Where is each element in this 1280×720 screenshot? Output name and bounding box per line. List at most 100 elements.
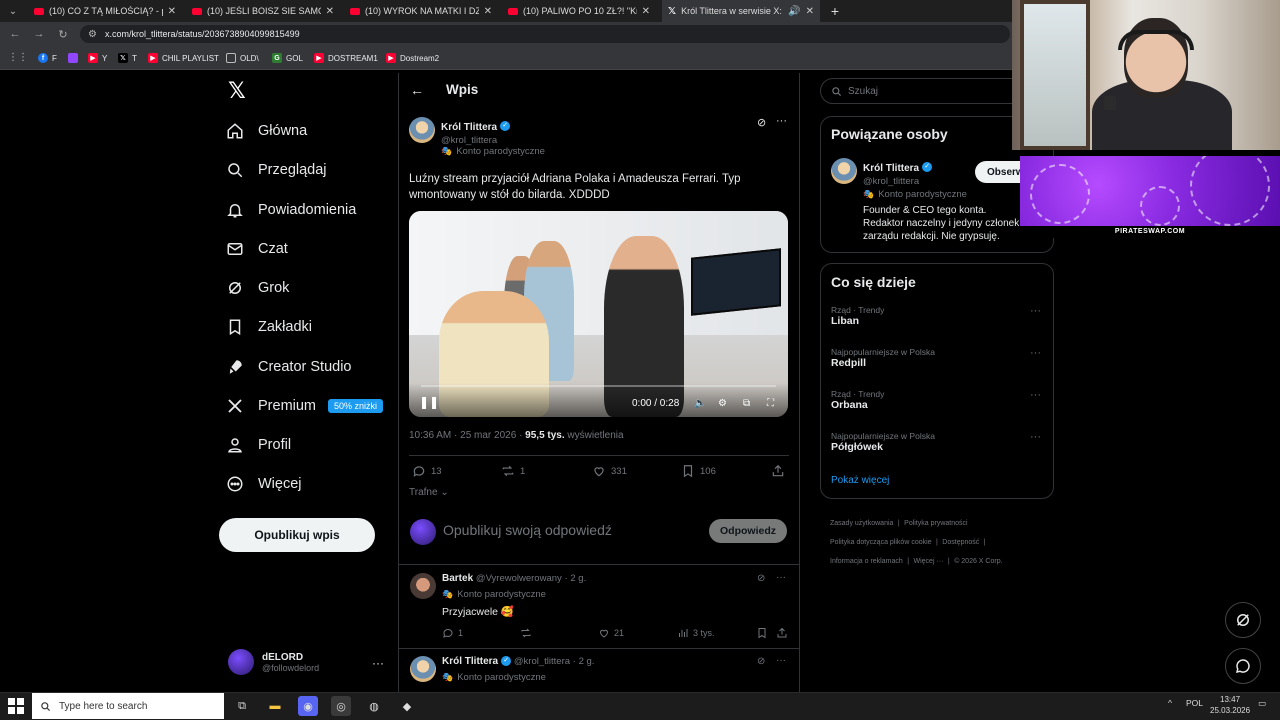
- fullscreen-icon[interactable]: ⛶: [767, 398, 774, 409]
- nav-item-creator-studio[interactable]: Creator Studio: [226, 353, 352, 381]
- more-dots-icon[interactable]: ···: [776, 572, 786, 583]
- bookmark-item[interactable]: ▶ CHIL PLAYLIST: [148, 51, 219, 65]
- author-name[interactable]: Król Tlittera: [441, 122, 497, 133]
- taskbar-clock[interactable]: 13:47 25.03.2026: [1210, 694, 1250, 716]
- nav-item-bookmarks[interactable]: Zakładki: [226, 313, 312, 341]
- reply-author-name[interactable]: Król Tlittera: [442, 656, 498, 667]
- language-indicator[interactable]: POL: [1186, 698, 1203, 708]
- avatar[interactable]: [410, 573, 436, 599]
- site-info-icon[interactable]: ⚙: [88, 29, 97, 40]
- notification-icon[interactable]: ▭: [1258, 698, 1266, 709]
- video-progress-bar[interactable]: [421, 385, 776, 387]
- browser-tab-active[interactable]: 𝕏 Król Tlittera w serwisie X: „L 🔊 ✕: [662, 0, 820, 22]
- nav-item-more[interactable]: Więcej: [226, 470, 302, 498]
- bookmark-item[interactable]: f F: [38, 51, 57, 65]
- nav-item-grok[interactable]: Grok: [226, 274, 289, 302]
- views-action[interactable]: 3 tys.: [677, 627, 715, 639]
- bookmark-item[interactable]: G GOL: [272, 51, 303, 65]
- close-icon[interactable]: ✕: [642, 6, 650, 17]
- bookmark-action[interactable]: 106: [681, 464, 716, 478]
- bookmark-item[interactable]: ▶ DOSTREAM1: [314, 51, 378, 65]
- reply-action[interactable]: 1: [442, 627, 463, 639]
- browser-tab[interactable]: (10) CO Z TĄ MIŁOŚCIĄ? - pole ✕: [28, 0, 182, 22]
- pause-icon[interactable]: ❚❚: [419, 395, 439, 409]
- reply-author-name[interactable]: Bartek: [442, 573, 473, 584]
- url-field[interactable]: ⚙ x.com/krol_tlittera/status/20367389040…: [80, 25, 1010, 43]
- trend-item[interactable]: Najpopularniejsze w Polska Półgłówek: [831, 431, 935, 453]
- share-action[interactable]: [776, 627, 788, 639]
- footer-link[interactable]: Dostępność: [942, 539, 979, 546]
- reply-author-handle[interactable]: @krol_tlittera: [514, 656, 570, 667]
- nav-item-profile[interactable]: Profil: [226, 431, 291, 459]
- more-dots-icon[interactable]: ···: [1030, 431, 1041, 443]
- more-dots-icon[interactable]: ···: [1030, 305, 1041, 317]
- related-person-info[interactable]: Król Tlittera ✓ @krol_tlittera: [863, 158, 933, 187]
- tab-search-icon[interactable]: ⌄: [4, 2, 22, 20]
- settings-gear-icon[interactable]: ⚙: [718, 398, 727, 409]
- windows-start-icon[interactable]: [8, 698, 24, 714]
- like-action[interactable]: 21: [598, 627, 624, 639]
- file-explorer-icon[interactable]: ▬: [265, 696, 285, 716]
- new-tab-button[interactable]: +: [826, 1, 844, 21]
- apps-grid-icon[interactable]: ⋮⋮: [8, 52, 28, 64]
- bookmark-item[interactable]: ▶ Dostream2: [386, 51, 439, 65]
- show-more-link[interactable]: Pokaż więcej: [831, 475, 889, 486]
- obs-icon[interactable]: ◍: [364, 696, 384, 716]
- avatar[interactable]: [831, 158, 857, 184]
- share-action[interactable]: [771, 464, 785, 478]
- sort-dropdown[interactable]: Trafne ⌄: [409, 487, 449, 498]
- reload-icon[interactable]: ↻: [54, 25, 72, 43]
- messages-float-button[interactable]: [1225, 648, 1261, 684]
- task-view-icon[interactable]: ⧉: [232, 696, 252, 716]
- repost-action[interactable]: 1: [501, 464, 525, 478]
- trend-item[interactable]: Rząd · Trendy Orbana: [831, 389, 884, 411]
- close-icon[interactable]: ✕: [806, 6, 814, 17]
- reply-time[interactable]: · 2 g.: [565, 573, 587, 584]
- tray-chevron-icon[interactable]: ^: [1168, 698, 1172, 708]
- footer-link[interactable]: Polityka prywatności: [904, 520, 967, 527]
- bookmark-action[interactable]: [756, 627, 768, 639]
- reply-time[interactable]: · 2 g.: [573, 656, 595, 667]
- repost-action[interactable]: [520, 627, 532, 639]
- nav-item-notifications[interactable]: Powiadomienia: [226, 196, 356, 224]
- trend-item[interactable]: Rząd · Trendy Liban: [831, 305, 884, 327]
- nav-item-explore[interactable]: Przeglądaj: [226, 156, 327, 184]
- reply-button[interactable]: Odpowiedz: [709, 519, 787, 543]
- taskbar-search-input[interactable]: Type here to search: [32, 693, 224, 719]
- footer-link[interactable]: Informacja o reklamach: [830, 558, 903, 565]
- app-icon[interactable]: ◆: [397, 696, 417, 716]
- nav-item-home[interactable]: Główna: [226, 117, 307, 145]
- reply-input[interactable]: Opublikuj swoją odpowiedź: [443, 522, 612, 538]
- author-handle[interactable]: @krol_tlittera: [441, 135, 545, 146]
- publish-post-button[interactable]: Opublikuj wpis: [219, 518, 375, 552]
- browser-tab[interactable]: (10) WYROK NA MATKI I DZIECI ✕: [344, 0, 498, 22]
- more-dots-icon[interactable]: ···: [1030, 389, 1041, 401]
- more-dots-icon[interactable]: ···: [776, 115, 787, 127]
- like-action[interactable]: 331: [592, 464, 627, 478]
- browser-tab[interactable]: (10) JEŚLI BOISZ SIE SAMOTNO ✕: [186, 0, 340, 22]
- grok-icon[interactable]: ⊘: [757, 656, 765, 667]
- grok-float-button[interactable]: [1225, 602, 1261, 638]
- nav-item-chat[interactable]: Czat: [226, 235, 288, 263]
- grok-icon[interactable]: ⊘: [757, 573, 765, 584]
- footer-link[interactable]: Więcej ···: [914, 558, 944, 565]
- more-dots-icon[interactable]: ···: [1030, 347, 1041, 359]
- bookmark-item[interactable]: ▶ Y: [88, 51, 107, 65]
- more-dots-icon[interactable]: ···: [776, 655, 786, 666]
- volume-icon[interactable]: 🔈: [694, 398, 706, 409]
- pip-icon[interactable]: ⧉: [743, 398, 750, 409]
- discord-icon[interactable]: ◉: [298, 696, 318, 716]
- more-dots-icon[interactable]: ···: [372, 656, 384, 670]
- close-icon[interactable]: ✕: [326, 6, 334, 17]
- x-logo-icon[interactable]: 𝕏: [228, 80, 248, 102]
- grok-icon[interactable]: ⊘: [757, 116, 766, 129]
- chrome-icon[interactable]: ◎: [331, 696, 351, 716]
- browser-tab[interactable]: (10) PALIWO PO 10 ZŁ?! "Król b ✕: [502, 0, 656, 22]
- reply-action[interactable]: 13: [412, 464, 442, 478]
- reply-author-handle[interactable]: @Vyrewolwerowany: [476, 573, 562, 584]
- close-icon[interactable]: ✕: [168, 6, 176, 17]
- trend-item[interactable]: Najpopularniejsze w Polska Redpill: [831, 347, 935, 369]
- avatar[interactable]: [410, 656, 436, 682]
- avatar[interactable]: [409, 117, 435, 143]
- nav-item-premium[interactable]: Premium 50% zniżki: [226, 392, 384, 420]
